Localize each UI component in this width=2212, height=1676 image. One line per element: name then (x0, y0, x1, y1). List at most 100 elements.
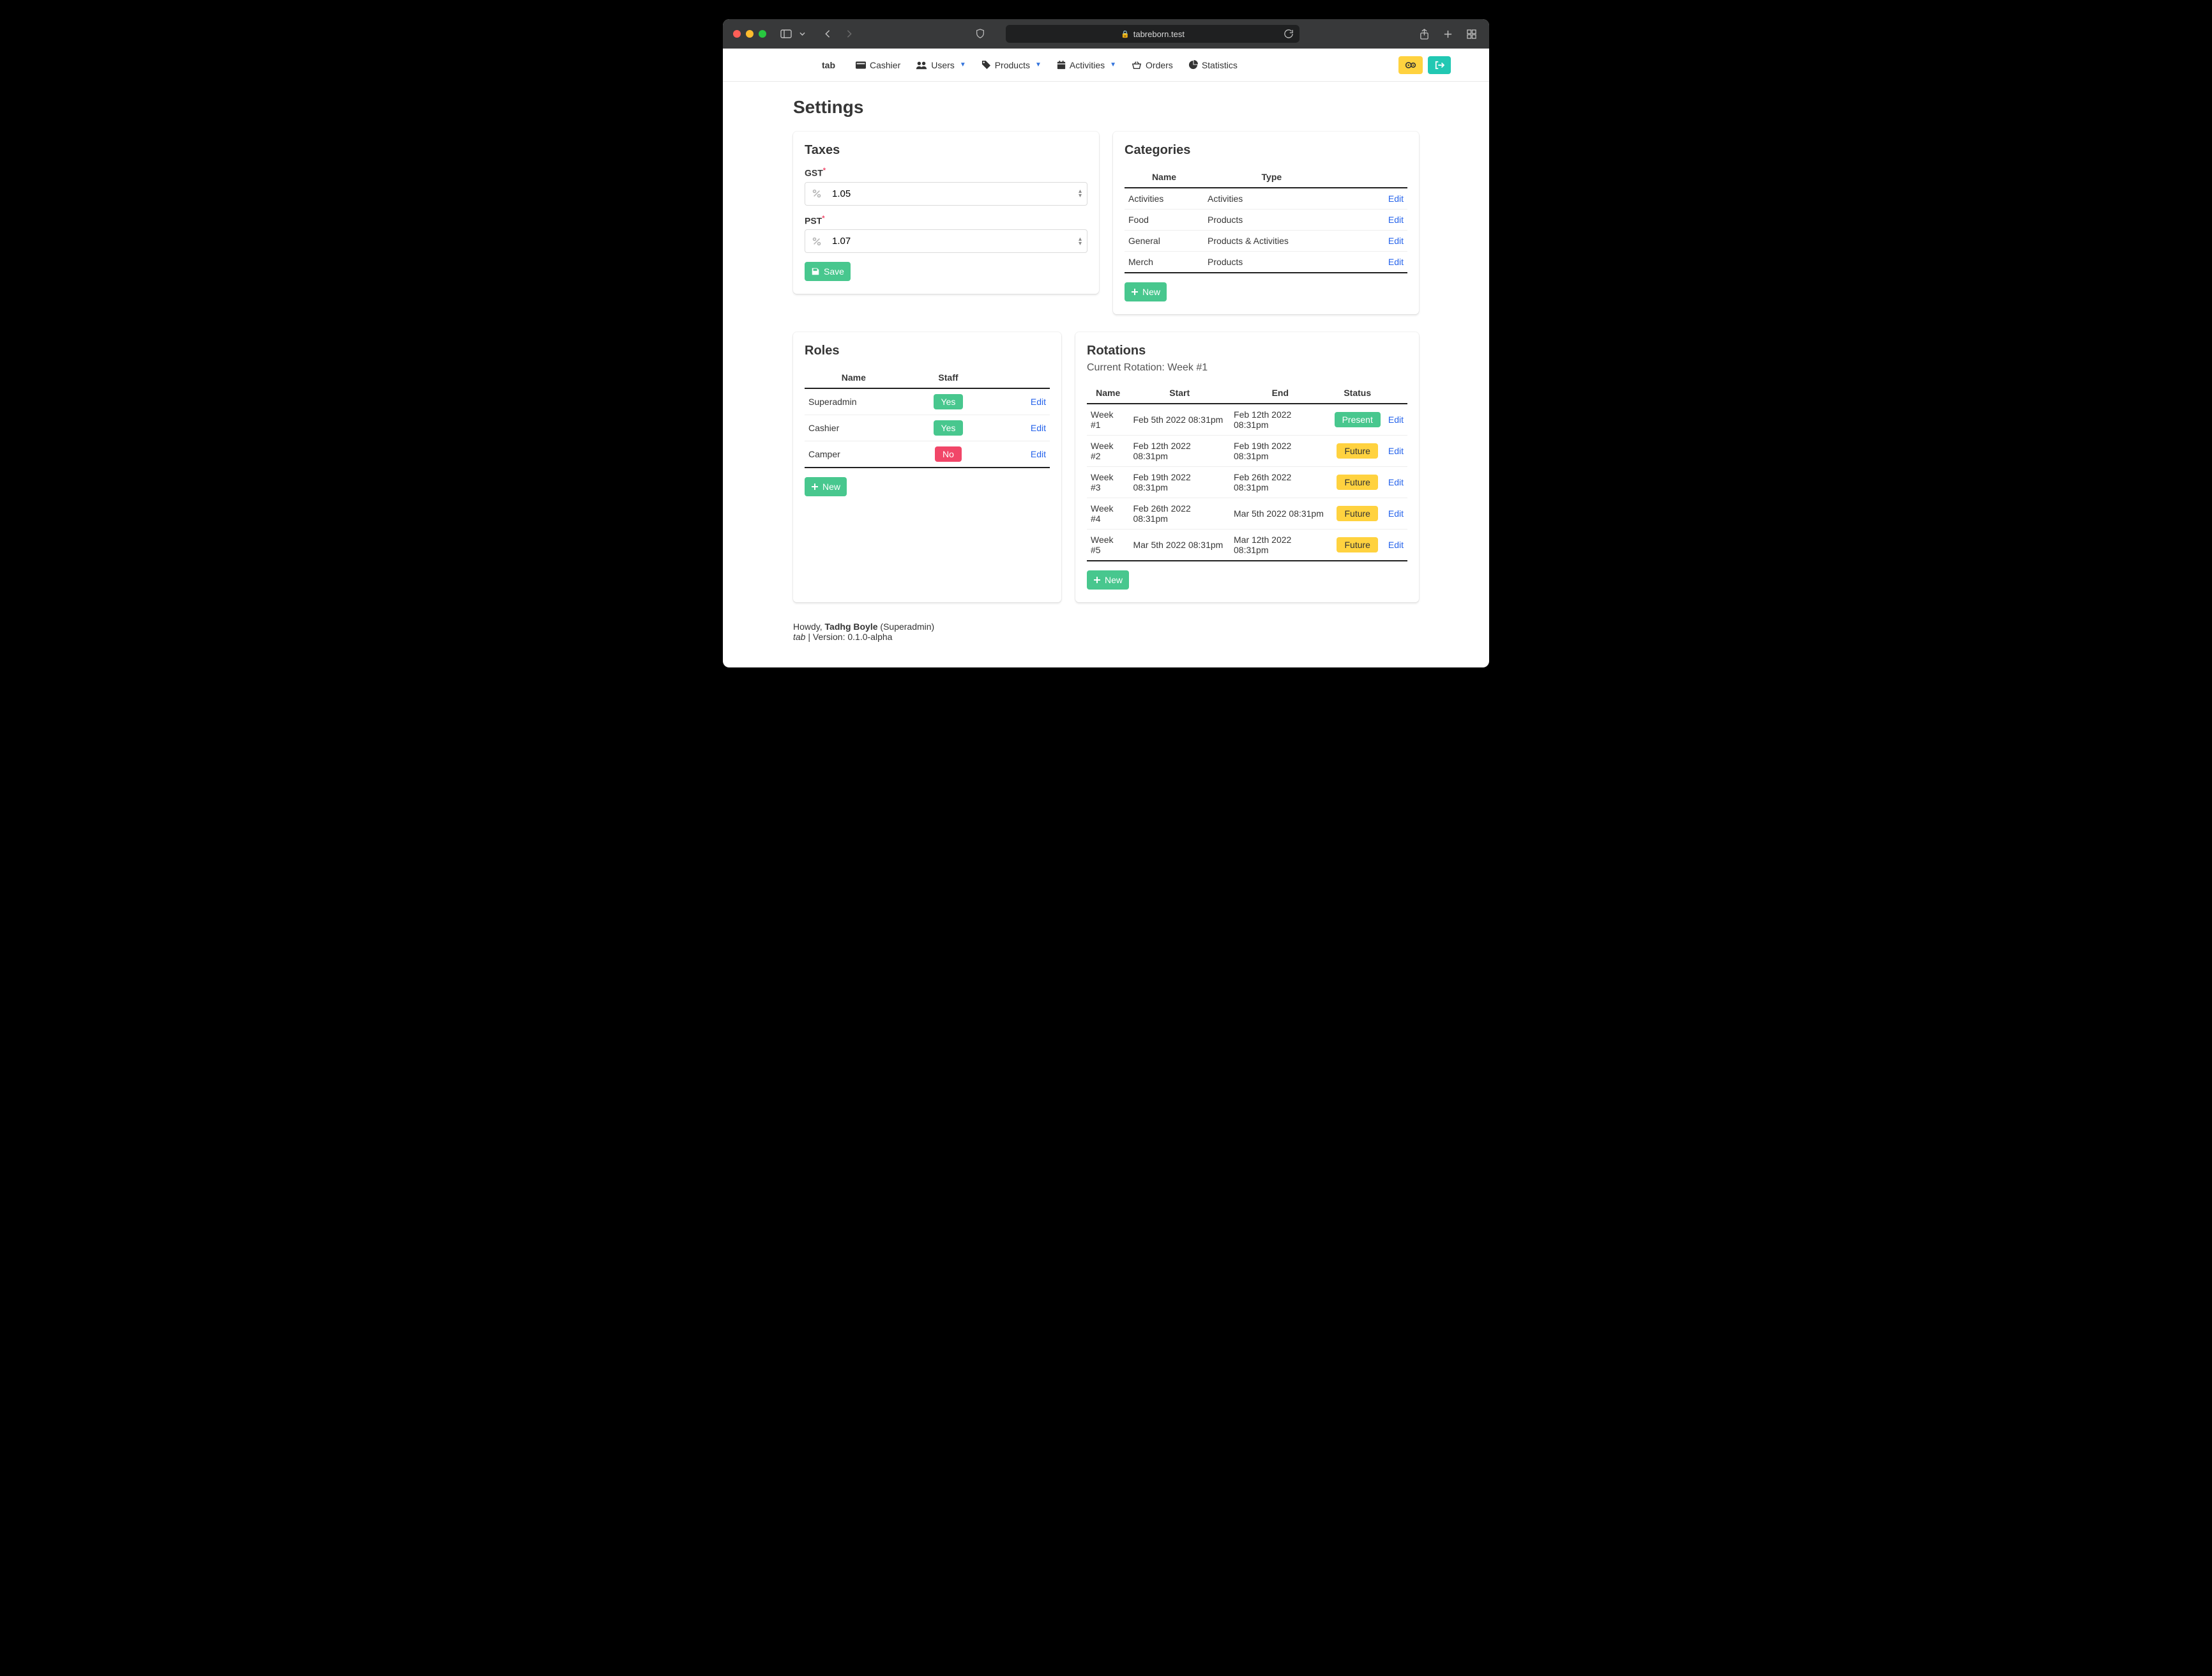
nav-statistics[interactable]: Statistics (1181, 60, 1245, 70)
cell-start: Feb 12th 2022 08:31pm (1129, 436, 1230, 467)
edit-link[interactable]: Edit (1031, 397, 1046, 407)
logout-icon (1434, 61, 1444, 70)
edit-link[interactable]: Edit (1031, 449, 1046, 459)
fullscreen-icon[interactable] (759, 30, 766, 38)
status-badge: Yes (934, 420, 964, 436)
nav-cashier[interactable]: Cashier (848, 60, 908, 70)
new-rotation-button[interactable]: New (1087, 570, 1129, 590)
status-badge: Future (1337, 475, 1377, 490)
pst-label: PST* (805, 215, 1087, 226)
edit-link[interactable]: Edit (1388, 508, 1404, 519)
tag-icon (981, 60, 991, 70)
basket-icon (1132, 61, 1142, 70)
nav-activities[interactable]: Activities ▼ (1049, 60, 1124, 70)
edit-link[interactable]: Edit (1388, 540, 1404, 550)
categories-title: Categories (1125, 143, 1407, 158)
cell-name: Superadmin (805, 388, 903, 415)
traffic-lights (733, 30, 766, 38)
roles-title: Roles (805, 344, 1050, 358)
new-label: New (1105, 575, 1123, 585)
footer: Howdy, Tadhg Boyle (Superadmin) tab | Ve… (793, 621, 1419, 642)
stepper-icon[interactable]: ▴▾ (1079, 189, 1082, 198)
cell-staff: Yes (903, 388, 994, 415)
edit-link[interactable]: Edit (1388, 477, 1404, 487)
plus-icon (1131, 288, 1139, 296)
brand[interactable]: tab (822, 60, 835, 70)
close-icon[interactable] (733, 30, 741, 38)
back-button[interactable] (822, 27, 833, 41)
edit-link[interactable]: Edit (1388, 446, 1404, 456)
pst-input-wrap: ▴▾ (805, 229, 1087, 253)
nav-activities-label: Activities (1070, 60, 1105, 70)
new-label: New (1142, 287, 1160, 297)
stepper-icon[interactable]: ▴▾ (1079, 237, 1082, 246)
gst-input[interactable] (828, 183, 1087, 205)
address-bar[interactable]: 🔒 tabreborn.test (1006, 25, 1299, 43)
new-tab-icon[interactable] (1441, 27, 1455, 42)
save-button[interactable]: Save (805, 262, 851, 281)
cell-end: Mar 12th 2022 08:31pm (1230, 529, 1331, 561)
rotations-title: Rotations (1087, 344, 1407, 358)
table-row: Cashier Yes Edit (805, 415, 1050, 441)
cell-name: Merch (1125, 252, 1204, 273)
cashier-icon (856, 61, 866, 69)
rotations-table: Name Start End Status Week #1Feb 5th 202… (1087, 383, 1407, 561)
nav-users-label: Users (931, 60, 955, 70)
cell-type: Products (1204, 252, 1340, 273)
gst-input-wrap: ▴▾ (805, 182, 1087, 206)
new-role-button[interactable]: New (805, 477, 847, 496)
cell-name: Cashier (805, 415, 903, 441)
edit-link[interactable]: Edit (1388, 257, 1404, 267)
share-icon[interactable] (1417, 26, 1432, 42)
logout-button[interactable] (1428, 56, 1451, 74)
col-staff: Staff (903, 367, 994, 388)
minimize-icon[interactable] (746, 30, 754, 38)
cell-start: Feb 5th 2022 08:31pm (1129, 404, 1230, 436)
table-row: GeneralProducts & Activities Edit (1125, 231, 1407, 252)
status-badge: Future (1337, 506, 1377, 521)
footer-name: Tadhg Boyle (825, 621, 878, 632)
nav-users[interactable]: Users ▼ (908, 60, 973, 70)
nav-orders[interactable]: Orders (1124, 60, 1181, 70)
table-row: ActivitiesActivitiesEdit (1125, 188, 1407, 210)
cell-name: General (1125, 231, 1204, 252)
browser-chrome: 🔒 tabreborn.test (723, 19, 1489, 49)
nav-products-label: Products (995, 60, 1030, 70)
cell-status: Future (1331, 529, 1384, 561)
taxes-title: Taxes (805, 143, 1087, 158)
chevron-down-icon[interactable] (797, 29, 808, 38)
sidebar-toggle-icon[interactable] (778, 27, 794, 41)
reload-icon[interactable] (1284, 29, 1293, 38)
footer-greeting: Howdy, (793, 621, 825, 632)
tabs-icon[interactable] (1464, 27, 1479, 42)
table-row: CamperNoEdit (805, 441, 1050, 468)
pst-input[interactable] (828, 230, 1087, 252)
roles-card: Roles Name Staff SuperadminYesEditCashie… (793, 332, 1061, 602)
cell-staff: No (903, 441, 994, 468)
lock-icon: 🔒 (1121, 30, 1130, 38)
status-badge: No (935, 446, 962, 462)
edit-link[interactable]: Edit (1388, 236, 1404, 246)
calendar-icon (1057, 61, 1066, 70)
chevron-down-icon: ▼ (1035, 61, 1042, 68)
nav-products[interactable]: Products ▼ (974, 60, 1049, 70)
shield-icon[interactable] (973, 26, 988, 42)
edit-link[interactable]: Edit (1031, 423, 1046, 433)
cell-start: Feb 19th 2022 08:31pm (1129, 467, 1230, 498)
edit-link[interactable]: Edit (1388, 215, 1404, 225)
taxes-card: Taxes GST* ▴▾ PST* (793, 132, 1099, 294)
new-category-button[interactable]: New (1125, 282, 1167, 301)
cell-type: Products & Activities (1204, 231, 1340, 252)
edit-link[interactable]: Edit (1388, 415, 1404, 425)
col-type: Type (1204, 167, 1340, 188)
col-start: Start (1129, 383, 1230, 404)
percent-icon (805, 237, 828, 246)
save-icon (811, 267, 820, 276)
cell-status: Present (1331, 404, 1384, 436)
settings-button[interactable] (1398, 56, 1423, 74)
cell-start: Mar 5th 2022 08:31pm (1129, 529, 1230, 561)
categories-card: Categories Name Type ActivitiesActivitie… (1113, 132, 1419, 314)
edit-link[interactable]: Edit (1388, 194, 1404, 204)
table-row: Week #3Feb 19th 2022 08:31pmFeb 26th 202… (1087, 467, 1407, 498)
nav-orders-label: Orders (1146, 60, 1173, 70)
